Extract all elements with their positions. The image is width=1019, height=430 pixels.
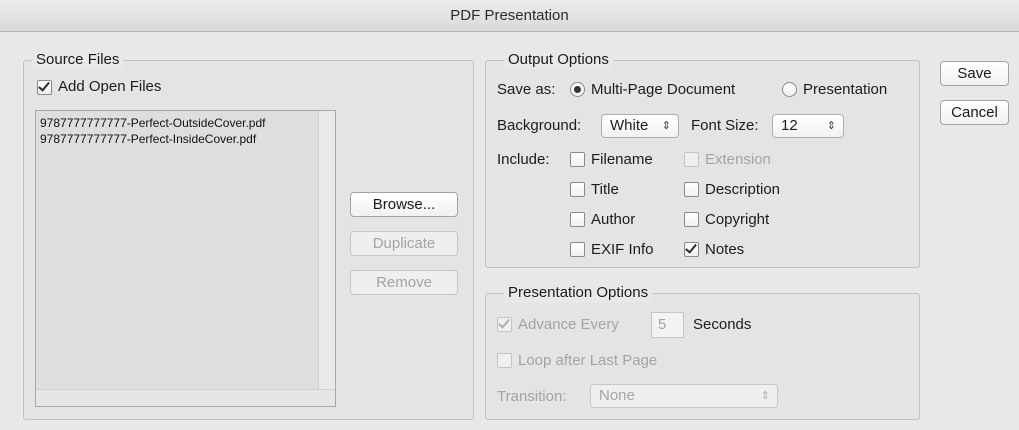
filename-label[interactable]: Filename — [591, 150, 653, 170]
up-down-arrows-icon: ⇕ — [826, 120, 836, 132]
duplicate-button[interactable]: Duplicate — [350, 231, 458, 256]
presentation-label[interactable]: Presentation — [803, 80, 887, 100]
transition-value: None — [599, 387, 635, 404]
checkmark-icon — [498, 316, 510, 329]
font-size-value: 12 — [781, 117, 798, 134]
extension-checkbox[interactable] — [684, 152, 699, 167]
exif-info-checkbox[interactable] — [570, 242, 585, 257]
copyright-checkbox[interactable] — [684, 212, 699, 227]
up-down-arrows-icon: ⇕ — [760, 390, 770, 402]
notes-label[interactable]: Notes — [705, 240, 744, 260]
advance-every-label[interactable]: Advance Every — [518, 315, 619, 335]
vertical-scrollbar[interactable] — [318, 111, 335, 390]
file-list-item[interactable]: 9787777777777-Perfect-InsideCover.pdf — [36, 131, 335, 147]
checkmark-icon — [685, 241, 697, 254]
notes-checkbox[interactable] — [684, 241, 699, 257]
add-open-files-label[interactable]: Add Open Files — [58, 77, 161, 97]
loop-after-last-page-label[interactable]: Loop after Last Page — [518, 351, 657, 371]
title-label[interactable]: Title — [591, 180, 619, 200]
font-size-select[interactable]: 12 ⇕ — [772, 114, 844, 138]
copyright-label[interactable]: Copyright — [705, 210, 769, 230]
save-button[interactable]: Save — [940, 61, 1009, 86]
background-value: White — [610, 117, 649, 134]
checkmark-icon — [38, 79, 50, 92]
advance-every-checkbox[interactable] — [497, 316, 512, 332]
presentation-radio[interactable] — [782, 82, 797, 97]
background-select[interactable]: White ⇕ — [601, 114, 679, 138]
add-open-files-checkbox[interactable] — [37, 79, 52, 95]
multi-page-document-radio[interactable] — [570, 82, 585, 97]
description-label[interactable]: Description — [705, 180, 780, 200]
transition-select[interactable]: None ⇕ — [590, 384, 778, 408]
radio-selected-dot-icon — [574, 86, 581, 93]
include-label: Include: — [497, 151, 550, 168]
remove-button[interactable]: Remove — [350, 270, 458, 295]
transition-label: Transition: — [497, 388, 567, 405]
seconds-label: Seconds — [693, 316, 752, 333]
description-checkbox[interactable] — [684, 182, 699, 197]
multi-page-document-label[interactable]: Multi-Page Document — [591, 80, 735, 100]
cancel-button[interactable]: Cancel — [940, 100, 1009, 125]
author-label[interactable]: Author — [591, 210, 635, 230]
seconds-input[interactable]: 5 — [651, 312, 684, 338]
output-options-title: Output Options — [504, 50, 613, 70]
exif-info-label[interactable]: EXIF Info — [591, 240, 654, 260]
background-label: Background: — [497, 117, 582, 134]
file-list-item[interactable]: 9787777777777-Perfect-OutsideCover.pdf — [36, 115, 335, 131]
window-title: PDF Presentation — [0, 0, 1019, 32]
title-checkbox[interactable] — [570, 182, 585, 197]
author-checkbox[interactable] — [570, 212, 585, 227]
save-as-label: Save as: — [497, 81, 556, 98]
presentation-options-title: Presentation Options — [504, 283, 653, 303]
horizontal-scrollbar[interactable] — [36, 389, 335, 406]
browse-button[interactable]: Browse... — [350, 192, 458, 217]
filename-checkbox[interactable] — [570, 152, 585, 167]
loop-after-last-page-checkbox[interactable] — [497, 353, 512, 368]
font-size-label: Font Size: — [691, 117, 759, 134]
dialog-body: Source Files Add Open Files 978777777777… — [0, 32, 1019, 430]
source-file-list[interactable]: 9787777777777-Perfect-OutsideCover.pdf 9… — [35, 110, 336, 407]
up-down-arrows-icon: ⇕ — [661, 120, 671, 132]
source-files-title: Source Files — [32, 50, 124, 70]
extension-label[interactable]: Extension — [705, 150, 771, 170]
